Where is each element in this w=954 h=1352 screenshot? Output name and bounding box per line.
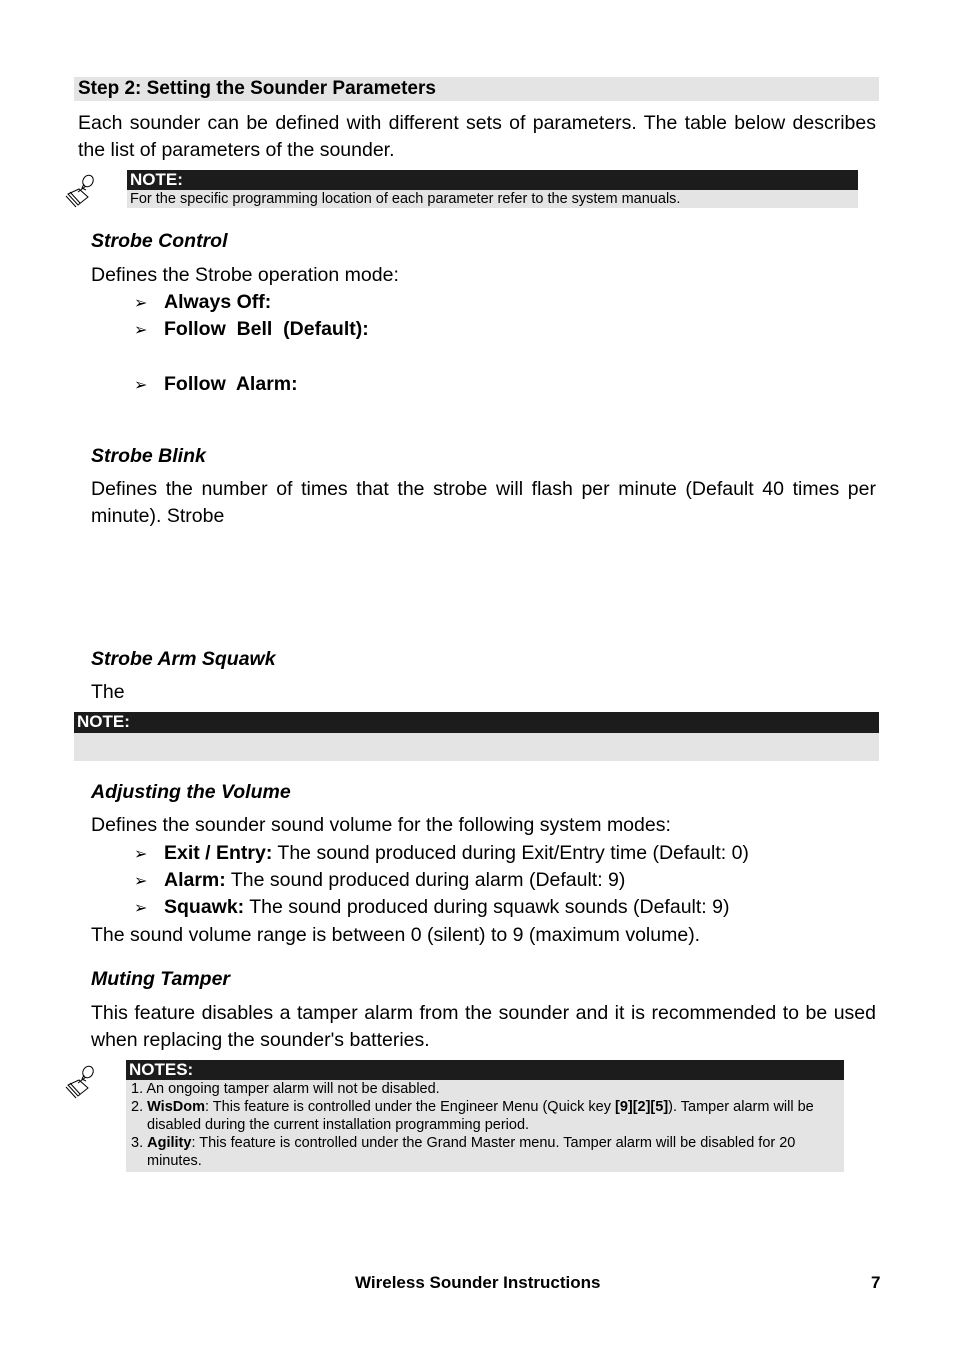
mode-label: Exit / Entry: xyxy=(164,842,273,864)
strobe-control-description: Defines the Strobe operation mode: xyxy=(91,264,399,286)
strobe-option-follow-bell: ➢ Follow Bell (Default): xyxy=(134,316,369,344)
note-label: NOTE: xyxy=(74,712,879,733)
muting-tamper-description: This feature disables a tamper alarm fro… xyxy=(91,1002,876,1051)
arrow-bullet-icon: ➢ xyxy=(134,295,148,312)
arrow-bullet-icon: ➢ xyxy=(134,873,148,890)
footer-title: Wireless Sounder Instructions xyxy=(355,1273,601,1292)
note-text: : This feature is controlled under the G… xyxy=(147,1135,796,1169)
note-text: An ongoing tamper alarm will not be disa… xyxy=(143,1081,440,1097)
notes-label: NOTES: xyxy=(126,1060,844,1080)
volume-range-text: The sound volume range is between 0 (sil… xyxy=(91,924,701,946)
system-name: WisDom xyxy=(147,1099,205,1115)
arrow-bullet-icon: ➢ xyxy=(134,846,148,863)
note-number: 2. xyxy=(131,1099,144,1115)
strobe-control-heading: Strobe Control xyxy=(91,230,228,252)
strobe-arm-squawk-description: The xyxy=(91,681,125,703)
notes-list: 1. An ongoing tamper alarm will not be d… xyxy=(126,1080,844,1172)
note-label: NOTE: xyxy=(127,170,858,190)
muting-tamper-heading: Muting Tamper xyxy=(91,968,231,990)
adjusting-volume-description: Defines the sounder sound volume for the… xyxy=(91,814,671,836)
volume-mode-alarm: ➢ Alarm: The sound produced during alarm … xyxy=(134,867,625,895)
note-number: 3. xyxy=(131,1135,144,1151)
arrow-bullet-icon: ➢ xyxy=(134,322,148,339)
mode-text: The sound produced during squawk sounds … xyxy=(244,896,730,918)
strobe-blink-heading: Strobe Blink xyxy=(91,445,206,467)
page-number: 7 xyxy=(871,1273,881,1292)
mode-text: The sound produced during Exit/Entry tim… xyxy=(272,842,749,864)
section-title: Step 2: Setting the Sounder Parameters xyxy=(74,77,879,101)
mode-label: Alarm: xyxy=(164,869,226,891)
arrow-bullet-icon: ➢ xyxy=(134,900,148,917)
adjusting-volume-heading: Adjusting the Volume xyxy=(91,781,291,803)
option-label: Follow Alarm: xyxy=(164,373,298,395)
system-name: Agility xyxy=(147,1135,192,1151)
note-number: 1. xyxy=(131,1081,144,1097)
note-text: For the specific programming location of… xyxy=(127,190,858,208)
note-item: 2. WisDom: This feature is controlled un… xyxy=(129,1098,844,1134)
note-hand-icon xyxy=(64,1063,98,1099)
mode-label: Squawk: xyxy=(164,896,245,918)
note-hand-icon xyxy=(64,172,98,208)
intro-paragraph: Each sounder can be defined with differe… xyxy=(78,112,876,161)
option-label: Follow Bell (Default): xyxy=(164,318,369,340)
quick-key: [9][2][5] xyxy=(614,1099,669,1115)
volume-mode-exit-entry: ➢ Exit / Entry: The sound produced during… xyxy=(134,840,749,868)
volume-mode-squawk: ➢ Squawk: The sound produced during squaw… xyxy=(134,894,729,922)
strobe-blink-description: Defines the number of times that the str… xyxy=(91,478,876,527)
option-label: Always Off: xyxy=(164,291,272,313)
arrow-bullet-icon: ➢ xyxy=(134,377,148,394)
note-item: 3. Agility: This feature is controlled u… xyxy=(129,1134,844,1170)
strobe-option-always-off: ➢ Always Off: xyxy=(134,289,271,317)
note-item: 1. An ongoing tamper alarm will not be d… xyxy=(129,1080,844,1098)
note-body-empty xyxy=(74,733,879,761)
note-text: : This feature is controlled under the E… xyxy=(205,1099,615,1115)
mode-text: The sound produced during alarm (Default… xyxy=(225,869,626,891)
notes-box: NOTES: 1. An ongoing tamper alarm will n… xyxy=(126,1060,844,1172)
strobe-option-follow-alarm: ➢ Follow Alarm: xyxy=(134,371,298,399)
strobe-arm-squawk-heading: Strobe Arm Squawk xyxy=(91,648,276,670)
strobe-arm-squawk-note: NOTE: xyxy=(74,712,879,761)
note-box: NOTE: For the specific programming locat… xyxy=(127,170,858,208)
